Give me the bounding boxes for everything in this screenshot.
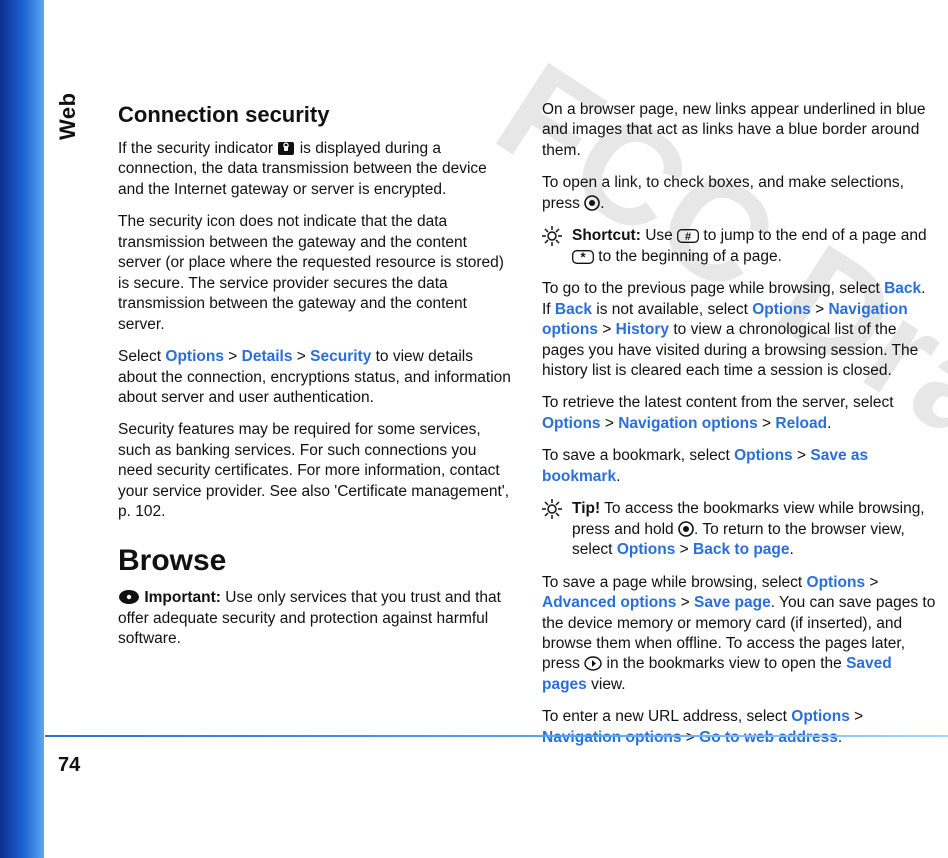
para-3: Select Options > Details > Security to v… <box>118 347 514 408</box>
content: Connection security If the security indi… <box>118 100 938 760</box>
text: > <box>811 301 829 318</box>
text: To save a bookmark, select <box>542 447 734 464</box>
text: > <box>682 729 700 746</box>
text: > <box>292 348 310 365</box>
para-1: If the security indicator is displayed d… <box>118 139 514 200</box>
column-left: Connection security If the security indi… <box>118 100 514 760</box>
shortcut-block: Shortcut: Use # to jump to the end of a … <box>542 226 938 267</box>
right-key-icon <box>584 656 602 671</box>
text: is not available, select <box>592 301 752 318</box>
text: > <box>598 321 616 338</box>
tip-label: Tip! <box>572 500 600 517</box>
para-c2-6: To save a page while browsing, select Op… <box>542 573 938 696</box>
footer-divider <box>45 735 948 737</box>
text: > <box>758 415 776 432</box>
page-number: 74 <box>58 754 80 777</box>
link-options: Options <box>734 447 793 464</box>
link-navigation-options: Navigation options <box>618 415 758 432</box>
tip-icon <box>542 226 562 246</box>
link-security: Security <box>310 348 371 365</box>
heading-browse: Browse <box>118 541 514 581</box>
text: > <box>676 594 694 611</box>
link-options: Options <box>542 415 601 432</box>
hash-key-icon: # <box>677 229 699 243</box>
link-go-to-web-address: Go to web address <box>699 729 838 746</box>
important-icon <box>118 589 140 605</box>
text: . <box>838 729 842 746</box>
text: To go to the previous page while browsin… <box>542 280 884 297</box>
para-2: The security icon does not indicate that… <box>118 212 514 335</box>
text: To retrieve the latest content from the … <box>542 394 894 411</box>
star-key-icon: * <box>572 250 594 264</box>
para-c2-3: To go to the previous page while browsin… <box>542 279 938 381</box>
text: > <box>224 348 242 365</box>
link-options: Options <box>165 348 224 365</box>
text: to the beginning of a page. <box>594 248 782 265</box>
important-label: Important: <box>144 589 221 606</box>
link-back: Back <box>884 280 921 297</box>
para-c2-5: To save a bookmark, select Options > Sav… <box>542 446 938 487</box>
decoration-bar <box>0 0 44 858</box>
text: > <box>675 541 693 558</box>
link-navigation-options: Navigation options <box>542 729 682 746</box>
link-options: Options <box>807 574 866 591</box>
link-options: Options <box>617 541 676 558</box>
para-c2-1: On a browser page, new links appear unde… <box>542 100 938 161</box>
text: > <box>793 447 811 464</box>
link-back-to-page: Back to page <box>693 541 789 558</box>
text: > <box>865 574 878 591</box>
para-c2-7: To enter a new URL address, select Optio… <box>542 707 938 748</box>
page: Web FCC Draft Connection security If the… <box>0 0 948 858</box>
text: . <box>827 415 831 432</box>
text: in the bookmarks view to open the <box>602 655 846 672</box>
link-reload: Reload <box>775 415 827 432</box>
link-history: History <box>616 321 669 338</box>
text: Select <box>118 348 165 365</box>
link-options: Options <box>791 708 850 725</box>
tip-block: Tip! To access the bookmarks view while … <box>542 499 938 560</box>
text: > <box>850 708 863 725</box>
select-key-icon <box>678 521 694 537</box>
text: view. <box>587 676 626 693</box>
para-4: Security features may be required for so… <box>118 420 514 522</box>
svg-text:*: * <box>580 250 586 264</box>
link-advanced-options: Advanced options <box>542 594 676 611</box>
para-c2-2: To open a link, to check boxes, and make… <box>542 173 938 214</box>
text: To enter a new URL address, select <box>542 708 791 725</box>
heading-connection-security: Connection security <box>118 100 514 129</box>
important-block: Important: Use only services that you tr… <box>118 588 514 649</box>
text: to jump to the end of a page and <box>699 227 927 244</box>
link-save-page: Save page <box>694 594 771 611</box>
link-options: Options <box>752 301 811 318</box>
select-key-icon <box>584 195 600 211</box>
text: Use <box>641 227 677 244</box>
link-details: Details <box>242 348 293 365</box>
section-label: Web <box>55 92 81 140</box>
tip-icon <box>542 499 562 519</box>
column-right: On a browser page, new links appear unde… <box>542 100 938 760</box>
shortcut-label: Shortcut: <box>572 227 641 244</box>
text: To save a page while browsing, select <box>542 574 807 591</box>
text: . <box>600 195 604 212</box>
svg-text:#: # <box>685 231 691 243</box>
text: > <box>601 415 619 432</box>
para-c2-4: To retrieve the latest content from the … <box>542 393 938 434</box>
text: . <box>616 468 620 485</box>
link-back: Back <box>555 301 592 318</box>
text: If the security indicator <box>118 140 277 157</box>
lock-icon <box>277 141 295 156</box>
text: . <box>790 541 794 558</box>
